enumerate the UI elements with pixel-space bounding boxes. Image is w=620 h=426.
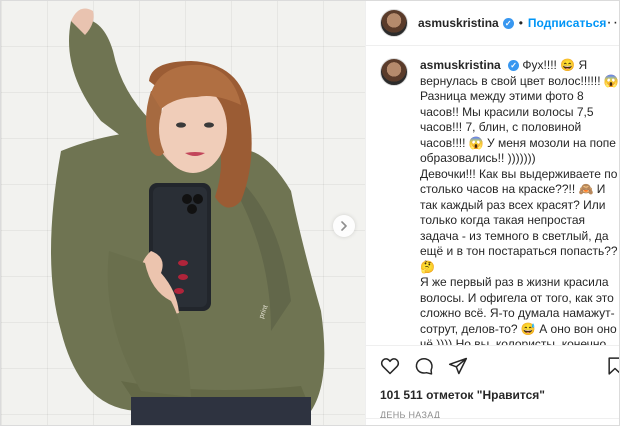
comment-icon[interactable]: [414, 356, 434, 376]
bookmark-icon[interactable]: [605, 356, 619, 376]
post-sidebar: asmuskristina ✓ • Подписаться ··· asmusk…: [365, 1, 619, 425]
post-header: asmuskristina ✓ • Подписаться ···: [366, 1, 619, 46]
chevron-right-icon: [341, 221, 347, 231]
separator: •: [518, 16, 523, 30]
verified-badge-icon: ✓: [502, 17, 514, 29]
likes-label: отметок "Нравится": [426, 388, 545, 402]
post-photo[interactable]: print: [1, 1, 365, 425]
likes-number: 101 511: [380, 388, 423, 402]
heart-icon[interactable]: [380, 356, 400, 376]
selfie-illustration: print: [51, 8, 325, 425]
caption-text: Фух!!!! 😄 Я вернулась в свой цвет волос!…: [420, 58, 619, 345]
caption-username[interactable]: asmuskristina: [420, 58, 501, 72]
add-comment-strip: [366, 418, 619, 425]
instagram-post: print asmuskristina ✓ • Подписаться ··· …: [0, 0, 620, 426]
follow-button[interactable]: Подписаться: [528, 16, 606, 30]
avatar[interactable]: [380, 9, 408, 37]
post-actions: 101 511 отметок "Нравится" ДЕНЬ НАЗАД: [366, 345, 619, 425]
caption-avatar[interactable]: [380, 58, 408, 86]
header-username[interactable]: asmuskristina: [418, 16, 499, 30]
next-photo-button[interactable]: [333, 215, 355, 237]
verified-badge-icon: ✓: [508, 60, 520, 71]
action-bar: [380, 354, 619, 378]
likes-count[interactable]: 101 511 отметок "Нравится": [380, 388, 619, 402]
more-dots-icon[interactable]: ···: [606, 15, 619, 31]
post-caption: asmuskristina ✓ Фух!!!! 😄 Я вернулась в …: [420, 58, 619, 345]
comments-area: asmuskristina ✓ Фух!!!! 😄 Я вернулась в …: [366, 46, 619, 345]
share-icon[interactable]: [448, 356, 468, 376]
